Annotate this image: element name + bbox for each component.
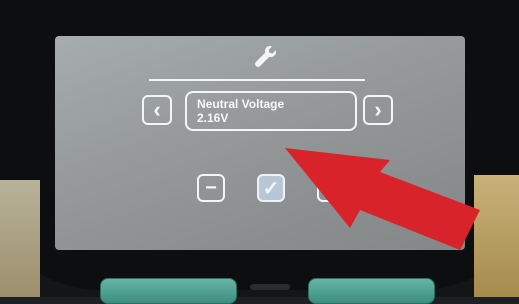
- decrease-button[interactable]: −: [197, 174, 225, 202]
- wrench-icon: [255, 46, 276, 67]
- next-setting-button[interactable]: ›: [363, 95, 393, 125]
- previous-setting-button[interactable]: ‹: [142, 95, 172, 125]
- red-arrow-annotation: [285, 148, 480, 250]
- hardware-button-right[interactable]: [308, 278, 435, 304]
- hardware-button-left[interactable]: [100, 278, 237, 304]
- background-left: [0, 180, 40, 297]
- title-divider: [149, 79, 365, 81]
- minus-icon: −: [205, 176, 217, 199]
- checkmark-icon: ✓: [262, 177, 280, 200]
- background-right: [474, 175, 519, 297]
- setting-display: Neutral Voltage 2.16V: [185, 91, 357, 131]
- setting-value: 2.16V: [197, 111, 229, 125]
- chevron-left-icon: ‹: [153, 97, 161, 122]
- setting-name: Neutral Voltage: [197, 97, 285, 111]
- hardware-slot: [250, 284, 290, 290]
- chevron-right-icon: ›: [374, 97, 382, 122]
